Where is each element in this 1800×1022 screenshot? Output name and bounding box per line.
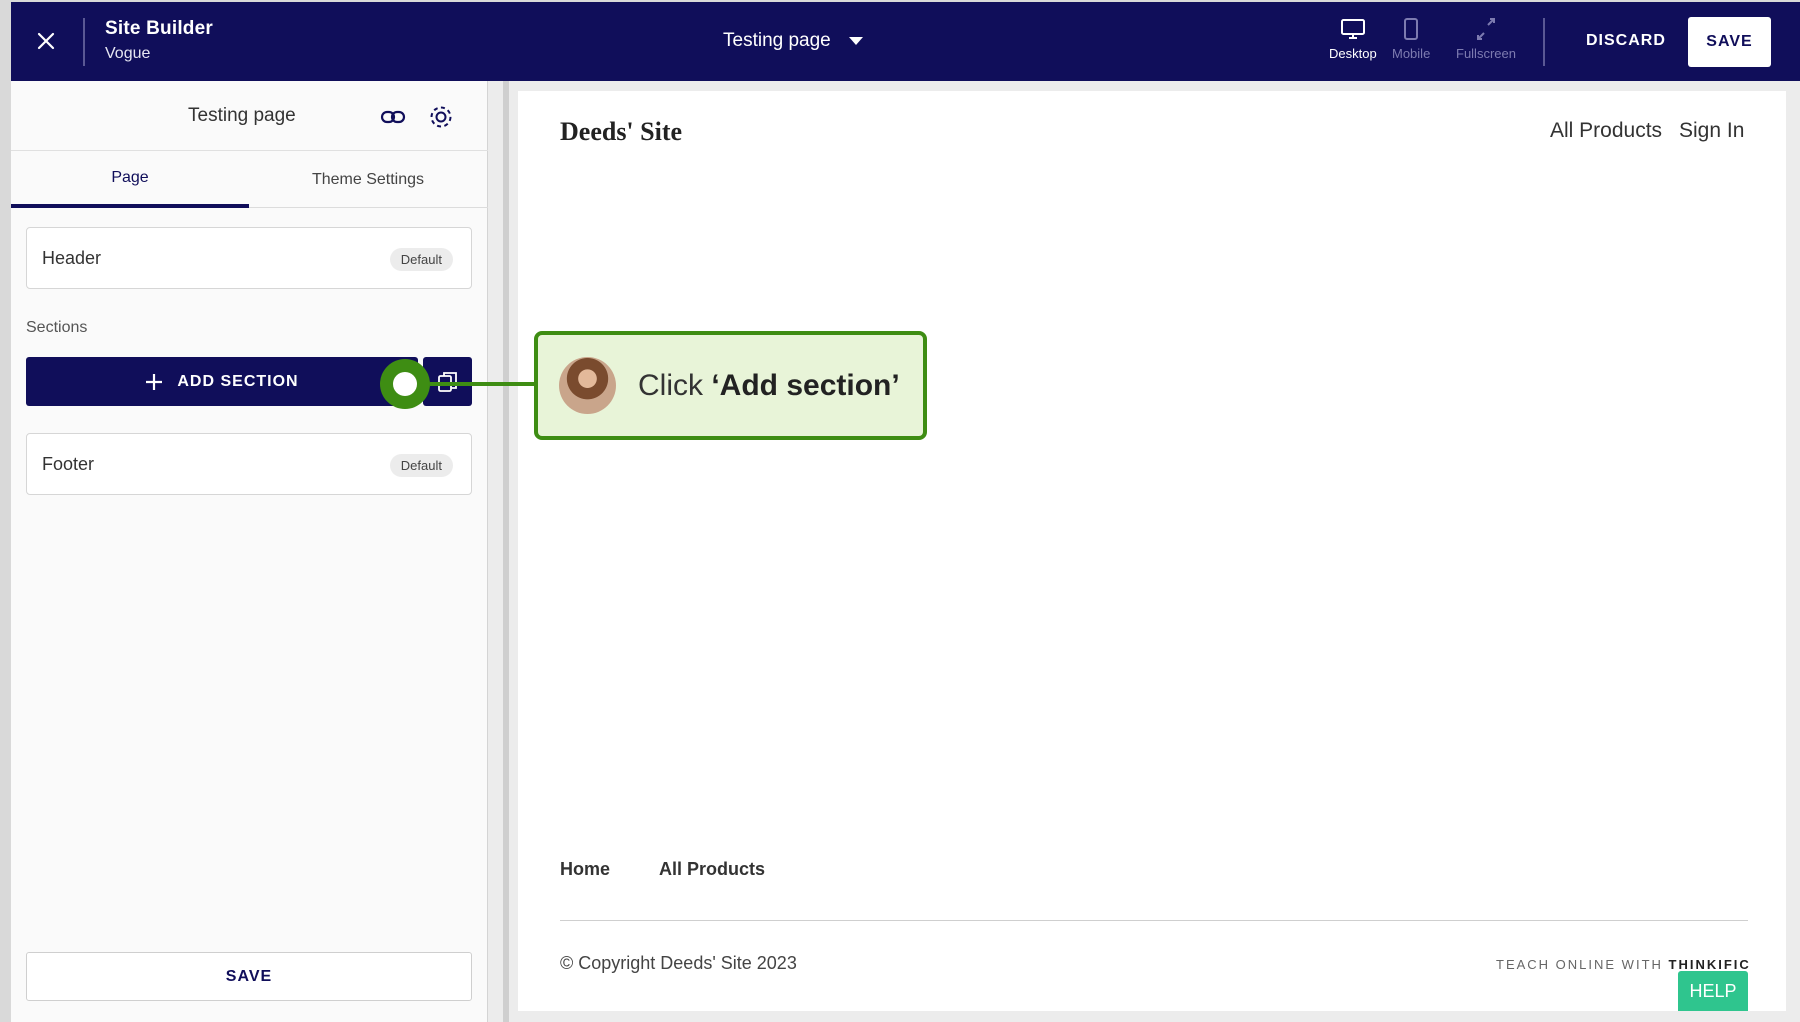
- fullscreen-icon: [1476, 18, 1495, 40]
- thinkific-brand: THINKIFIC: [1668, 957, 1751, 972]
- tutorial-instruction: Click ‘Add section’: [638, 369, 900, 403]
- sidebar-resize-handle[interactable]: [503, 81, 509, 1022]
- top-bar: Site Builder Vogue Testing page Desktop …: [11, 2, 1800, 81]
- tutorial-connector: [430, 382, 535, 386]
- teach-online-prefix: TEACH ONLINE WITH: [1496, 957, 1663, 972]
- discard-button[interactable]: DISCARD: [1586, 32, 1666, 50]
- tab-theme-settings[interactable]: Theme Settings: [249, 151, 487, 208]
- help-button[interactable]: HELP: [1678, 971, 1748, 1011]
- tutorial-callout: Click ‘Add section’: [534, 331, 927, 440]
- copyright-text: © Copyright Deeds' Site 2023: [560, 953, 797, 973]
- desktop-icon: [1340, 19, 1365, 39]
- nav-sign-in[interactable]: Sign In: [1679, 119, 1744, 143]
- page-selector[interactable]: Testing page: [723, 30, 863, 52]
- view-desktop-button[interactable]: Desktop: [1329, 18, 1377, 61]
- view-mobile-button[interactable]: Mobile: [1392, 18, 1430, 61]
- header-card-label: Header: [42, 248, 102, 268]
- header-default-badge: Default: [389, 248, 453, 271]
- header-card[interactable]: Header Default: [26, 227, 472, 289]
- add-section-label: ADD SECTION: [177, 372, 299, 390]
- app-brand: Site Builder Vogue: [105, 18, 213, 63]
- mobile-icon: [1404, 18, 1419, 40]
- plus-icon: [146, 373, 163, 390]
- theme-name: Vogue: [105, 45, 151, 62]
- page-selector-label: Testing page: [723, 30, 831, 51]
- tutorial-prefix: Click: [638, 368, 712, 402]
- view-desktop-label: Desktop: [1329, 46, 1377, 61]
- page-settings-button[interactable]: [427, 103, 455, 131]
- topbar-divider: [1543, 18, 1545, 66]
- site-logo[interactable]: Deeds' Site: [560, 117, 682, 147]
- app-title: Site Builder: [105, 18, 213, 39]
- link-icon: [380, 110, 406, 124]
- tutorial-hotspot[interactable]: [380, 359, 430, 409]
- add-section-button[interactable]: ADD SECTION: [26, 357, 418, 406]
- teach-online-link[interactable]: TEACH ONLINE WITH THINKIFIC: [1496, 957, 1751, 972]
- tab-page[interactable]: Page: [11, 151, 249, 208]
- sidebar-header: Testing page: [11, 81, 488, 151]
- save-button[interactable]: SAVE: [1688, 17, 1771, 67]
- close-icon: [37, 32, 55, 50]
- sidebar-save-button[interactable]: SAVE: [26, 952, 472, 1001]
- topbar-divider: [83, 18, 85, 66]
- close-button[interactable]: [29, 24, 63, 58]
- caret-down-icon: [848, 37, 863, 45]
- footer-divider: [560, 920, 1748, 921]
- view-fullscreen-label: Fullscreen: [1456, 46, 1516, 61]
- nav-all-products[interactable]: All Products: [1550, 119, 1662, 143]
- view-mobile-label: Mobile: [1392, 46, 1431, 61]
- view-fullscreen-button[interactable]: Fullscreen: [1456, 18, 1516, 61]
- footer-card[interactable]: Footer Default: [26, 433, 472, 495]
- sections-label: Sections: [26, 319, 88, 336]
- page-link-button[interactable]: [379, 103, 407, 131]
- tutorial-emphasis: ‘Add section’: [711, 368, 900, 402]
- guide-avatar: [559, 357, 616, 414]
- footer-card-label: Footer: [42, 454, 95, 474]
- app-window: Site Builder Vogue Testing page Desktop …: [11, 2, 1800, 1022]
- sidebar: Testing page Page Theme Settings Header …: [11, 81, 488, 1022]
- site-preview: Deeds' Site All Products Sign In Home Al…: [518, 91, 1786, 1011]
- footer-nav-home[interactable]: Home: [560, 859, 610, 880]
- sidebar-page-title: Testing page: [188, 105, 296, 126]
- hotspot-dot: [393, 372, 417, 396]
- sidebar-tabs: Page Theme Settings: [11, 151, 488, 208]
- footer-default-badge: Default: [389, 454, 453, 477]
- footer-nav-all-products[interactable]: All Products: [659, 859, 765, 880]
- gear-icon: [430, 106, 452, 128]
